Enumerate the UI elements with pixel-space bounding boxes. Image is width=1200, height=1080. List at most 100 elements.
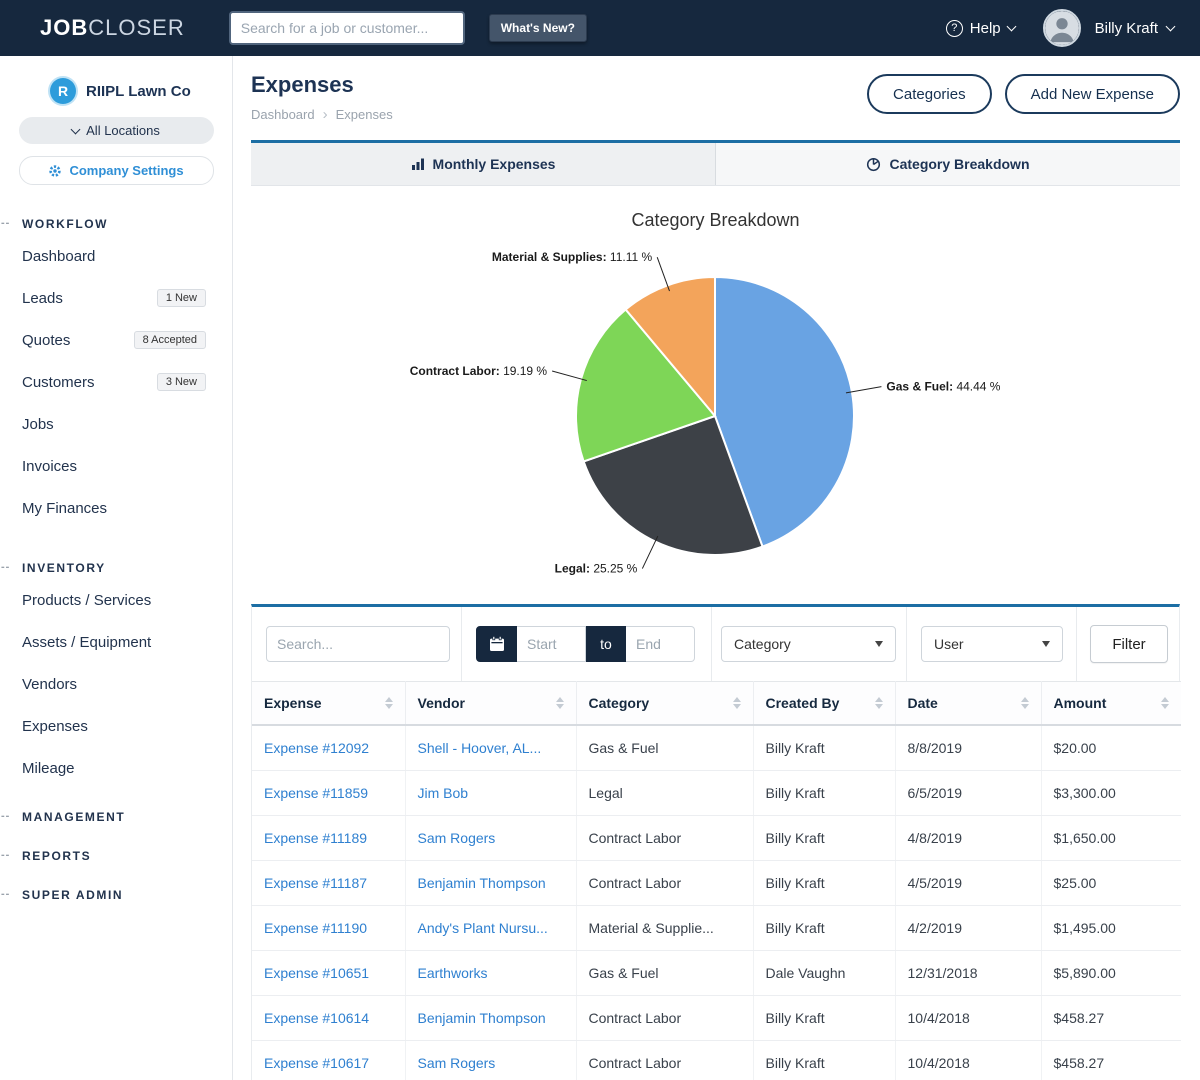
expense-table: Expense Vendor Category Created By Date … — [252, 681, 1181, 1080]
column-header-expense[interactable]: Expense — [252, 682, 405, 726]
sidebar-item-customers[interactable]: Customers3 New — [0, 361, 232, 403]
created-by-cell: Billy Kraft — [753, 906, 895, 951]
expense-link[interactable]: Expense #12092 — [252, 725, 405, 771]
section-dash: -- — [1, 561, 10, 573]
sidebar-item-my-finances[interactable]: My Finances — [0, 487, 232, 529]
category-cell: Contract Labor — [576, 1041, 753, 1080]
category-select[interactable]: Category — [721, 626, 896, 662]
sort-icon — [869, 697, 883, 709]
filter-button[interactable]: Filter — [1090, 625, 1168, 663]
column-label: Category — [589, 695, 650, 711]
category-cell: Legal — [576, 771, 753, 816]
divider — [711, 607, 712, 681]
date-cell: 4/2/2019 — [895, 906, 1041, 951]
sidebar-section-workflow: -- WORKFLOW — [0, 213, 232, 235]
table-header-row: Expense Vendor Category Created By Date … — [252, 682, 1181, 726]
person-icon — [1045, 11, 1079, 45]
company-settings-button[interactable]: Company Settings — [19, 156, 214, 185]
sidebar-item-invoices[interactable]: Invoices — [0, 445, 232, 487]
section-dash: -- — [1, 810, 10, 822]
sidebar-item-dashboard[interactable]: Dashboard — [0, 235, 232, 277]
column-header-amount[interactable]: Amount — [1041, 682, 1181, 726]
column-header-created-by[interactable]: Created By — [753, 682, 895, 726]
caret-down-icon — [1042, 641, 1050, 647]
vendor-link[interactable]: Sam Rogers — [405, 816, 576, 861]
sort-icon — [379, 697, 393, 709]
amount-cell: $5,890.00 — [1041, 951, 1181, 996]
sidebar-item-leads[interactable]: Leads1 New — [0, 277, 232, 319]
search-input[interactable] — [266, 626, 450, 662]
sort-icon — [550, 697, 564, 709]
chart-panel: Monthly Expenses Category Breakdown Cate… — [251, 140, 1180, 598]
expense-link[interactable]: Expense #11190 — [252, 906, 405, 951]
expense-link[interactable]: Expense #10651 — [252, 951, 405, 996]
global-search-input[interactable] — [229, 11, 465, 45]
vendor-link[interactable]: Sam Rogers — [405, 1041, 576, 1080]
company-logo: R — [50, 78, 76, 104]
expense-list-panel: to Category User Filter Expense Vendor — [251, 604, 1180, 1080]
table-row: Expense #12092 Shell - Hoover, AL... Gas… — [252, 725, 1181, 771]
categories-button[interactable]: Categories — [867, 74, 992, 114]
tab-monthly-expenses[interactable]: Monthly Expenses — [251, 143, 715, 185]
sidebar-item-quotes[interactable]: Quotes8 Accepted — [0, 319, 232, 361]
location-selector[interactable]: All Locations — [19, 117, 214, 144]
section-dash: -- — [1, 888, 10, 900]
amount-cell: $25.00 — [1041, 861, 1181, 906]
sidebar-section-super-admin[interactable]: -- SUPER ADMIN — [0, 884, 232, 906]
sidebar-item-vendors[interactable]: Vendors — [0, 663, 232, 705]
amount-cell: $20.00 — [1041, 725, 1181, 771]
breadcrumb-dashboard[interactable]: Dashboard — [251, 107, 315, 122]
start-date-input[interactable] — [517, 626, 586, 662]
item-label: Jobs — [22, 416, 54, 433]
sidebar-item-expenses[interactable]: Expenses — [0, 705, 232, 747]
expense-link[interactable]: Expense #11859 — [252, 771, 405, 816]
table-row: Expense #11187 Benjamin Thompson Contrac… — [252, 861, 1181, 906]
tab-category-breakdown[interactable]: Category Breakdown — [715, 143, 1180, 185]
sidebar-section-management[interactable]: -- MANAGEMENT — [0, 806, 232, 828]
expense-link[interactable]: Expense #10617 — [252, 1041, 405, 1080]
category-cell: Contract Labor — [576, 816, 753, 861]
chart-title: Category Breakdown — [251, 186, 1180, 231]
column-header-vendor[interactable]: Vendor — [405, 682, 576, 726]
whats-new-button[interactable]: What's New? — [489, 14, 587, 42]
help-menu[interactable]: ? Help — [946, 20, 1015, 37]
vendor-link[interactable]: Jim Bob — [405, 771, 576, 816]
sidebar-item-jobs[interactable]: Jobs — [0, 403, 232, 445]
column-header-date[interactable]: Date — [895, 682, 1041, 726]
calendar-button[interactable] — [476, 626, 517, 662]
logo-bold: JOB — [40, 15, 88, 40]
item-label: Customers — [22, 374, 95, 391]
expense-link[interactable]: Expense #11187 — [252, 861, 405, 906]
date-cell: 4/5/2019 — [895, 861, 1041, 906]
end-date-input[interactable] — [626, 626, 695, 662]
chevron-down-icon — [1006, 22, 1016, 32]
vendor-link[interactable]: Earthworks — [405, 951, 576, 996]
pie-label-line — [642, 536, 657, 569]
table-row: Expense #11859 Jim Bob Legal Billy Kraft… — [252, 771, 1181, 816]
page-header: Expenses Dashboard › Expenses Categories… — [251, 72, 1180, 123]
user-select[interactable]: User — [921, 626, 1063, 662]
app-logo[interactable]: JOBCLOSER — [40, 15, 185, 41]
date-cell: 8/8/2019 — [895, 725, 1041, 771]
user-avatar[interactable] — [1043, 9, 1081, 47]
item-label: Quotes — [22, 332, 70, 349]
section-label: SUPER ADMIN — [22, 888, 123, 902]
column-header-category[interactable]: Category — [576, 682, 753, 726]
vendor-link[interactable]: Benjamin Thompson — [405, 996, 576, 1041]
sort-icon — [727, 697, 741, 709]
sidebar-section-reports[interactable]: -- REPORTS — [0, 845, 232, 867]
vendor-link[interactable]: Benjamin Thompson — [405, 861, 576, 906]
chevron-down-icon — [1166, 22, 1176, 32]
user-menu[interactable]: Billy Kraft — [1095, 20, 1174, 37]
pie-label: Gas & Fuel: 44.44 % — [886, 380, 1000, 394]
vendor-link[interactable]: Andy's Plant Nursu... — [405, 906, 576, 951]
vendor-link[interactable]: Shell - Hoover, AL... — [405, 725, 576, 771]
expense-link[interactable]: Expense #10614 — [252, 996, 405, 1041]
sidebar-item-mileage[interactable]: Mileage — [0, 747, 232, 789]
created-by-cell: Billy Kraft — [753, 816, 895, 861]
sidebar-item-assets-equipment[interactable]: Assets / Equipment — [0, 621, 232, 663]
add-new-expense-button[interactable]: Add New Expense — [1005, 74, 1180, 114]
expense-link[interactable]: Expense #11189 — [252, 816, 405, 861]
sidebar-item-products-services[interactable]: Products / Services — [0, 579, 232, 621]
sidebar-nav: -- WORKFLOW Dashboard Leads1 New Quotes8… — [0, 213, 232, 906]
